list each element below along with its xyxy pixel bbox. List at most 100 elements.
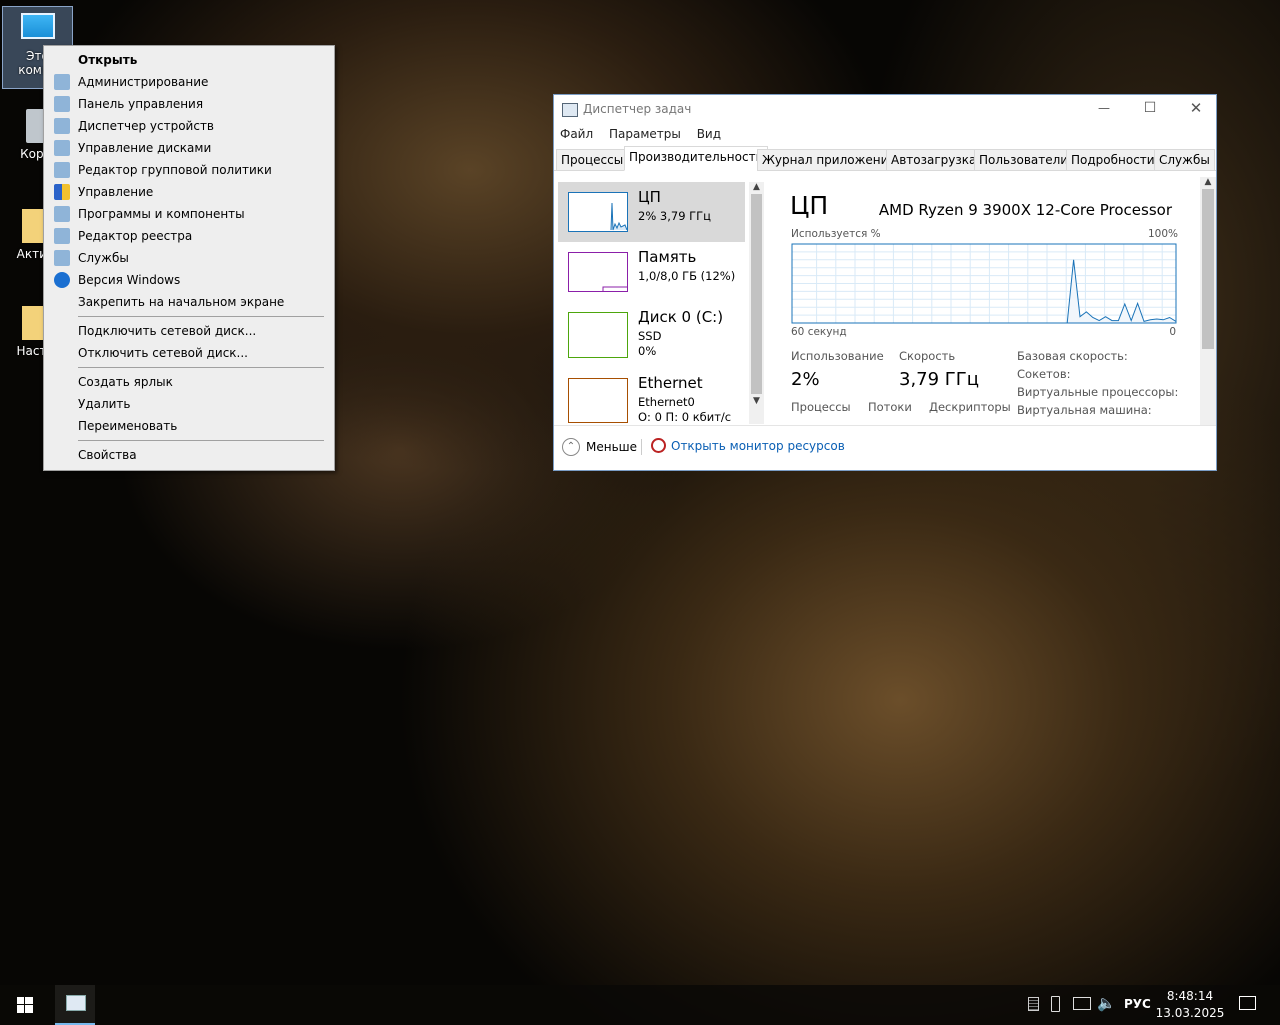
menu-item-label: Диспетчер устройств — [78, 119, 215, 133]
menu-item-11[interactable]: Версия Windows — [44, 269, 334, 291]
resource-type: SSD — [638, 329, 662, 343]
usb-eject-icon[interactable] — [1051, 996, 1060, 1012]
resource-disk[interactable]: Диск 0 (C:) SSD 0% — [558, 302, 745, 362]
minimize-button[interactable]: — — [1090, 95, 1118, 123]
graph-label: Используется % — [791, 228, 881, 240]
start-button[interactable] — [0, 985, 48, 1025]
close-button[interactable]: ✕ — [1182, 95, 1210, 123]
menu-bar: Файл Параметры Вид — [560, 127, 721, 141]
clock-date: 13.03.2025 — [1155, 1006, 1225, 1020]
menu-item-label: Администрирование — [78, 75, 209, 89]
menu-item-label: Отключить сетевой диск... — [78, 346, 248, 360]
open-resource-monitor-link[interactable]: Открыть монитор ресурсов — [651, 438, 845, 453]
vcpu-label: Виртуальные процессоры: — [1017, 385, 1179, 399]
menu-divider — [78, 440, 324, 441]
disk-management-icon — [54, 140, 70, 156]
menu-view[interactable]: Вид — [697, 127, 721, 141]
menu-item-1[interactable]: Свойства — [44, 444, 334, 466]
resource-value: 2% 3,79 ГГц — [638, 209, 712, 223]
menu-options[interactable]: Параметры — [609, 127, 681, 141]
menu-item-2[interactable]: Администрирование — [44, 71, 334, 93]
menu-item-2[interactable]: Удалить — [44, 393, 334, 415]
menu-item-1[interactable]: Создать ярлык — [44, 371, 334, 393]
tab-services[interactable]: Службы — [1154, 149, 1215, 171]
menu-item-5[interactable]: Управление дисками — [44, 137, 334, 159]
menu-item-label: Подключить сетевой диск... — [78, 324, 257, 338]
menu-item-label: Закрепить на начальном экране — [78, 295, 285, 309]
resource-name: Ethernet — [638, 374, 703, 392]
menu-item-label: Создать ярлык — [78, 375, 173, 389]
fewer-details-button[interactable]: ⌃ Меньше — [562, 438, 637, 456]
menu-item-label: Программы и компоненты — [78, 207, 245, 221]
language-indicator[interactable]: РУС — [1124, 997, 1151, 1011]
graph-time-left: 60 секунд — [791, 326, 847, 338]
computer-icon — [20, 13, 55, 39]
tab-processes[interactable]: Процессы — [556, 149, 629, 171]
cpu-thumbnail-graph — [568, 192, 628, 232]
menu-item-label: Панель управления — [78, 97, 204, 111]
menu-item-3[interactable]: Панель управления — [44, 93, 334, 115]
speed-value: 3,79 ГГц — [899, 369, 980, 390]
menu-item-9[interactable]: Редактор реестра — [44, 225, 334, 247]
resource-name: Диск 0 (C:) — [638, 308, 724, 326]
fewer-details-label: Меньше — [586, 440, 638, 454]
menu-item-1[interactable]: Подключить сетевой диск... — [44, 320, 334, 342]
left-scrollbar[interactable]: ▲ ▼ — [749, 182, 764, 424]
resource-memory[interactable]: Память 1,0/8,0 ГБ (12%) — [558, 242, 745, 302]
tab-startup[interactable]: Автозагрузка — [886, 149, 982, 171]
menu-item-10[interactable]: Службы — [44, 247, 334, 269]
maximize-button[interactable]: ☐ — [1136, 95, 1164, 123]
resource-adapter: Ethernet0 — [638, 395, 695, 409]
graph-time-right: 0 — [1169, 326, 1176, 338]
action-center-icon[interactable] — [1239, 996, 1256, 1010]
tray-grid-icon[interactable] — [1028, 997, 1039, 1011]
menu-item-label: Открыть — [78, 53, 138, 67]
tab-app-history[interactable]: Журнал приложений — [757, 149, 902, 171]
resource-ethernet[interactable]: Ethernet Ethernet0 О: 0 П: 0 кбит/с — [558, 368, 745, 428]
threads-label: Потоки — [868, 400, 912, 414]
menu-item-label: Управление дисками — [78, 141, 212, 155]
menu-item-3[interactable]: Переименовать — [44, 415, 334, 437]
resource-cpu[interactable]: ЦП 2% 3,79 ГГц — [558, 182, 745, 242]
clock[interactable]: 8:48:14 13.03.2025 — [1155, 988, 1225, 1022]
menu-item-label: Переименовать — [78, 419, 178, 433]
taskbar: 🔈 РУС 8:48:14 13.03.2025 — [0, 985, 1280, 1025]
uac-shield-icon — [54, 184, 70, 200]
context-menu: Открыть Администрирование Панель управлени… — [43, 45, 335, 471]
taskbar-task-manager[interactable] — [55, 985, 95, 1025]
menu-item-8[interactable]: Программы и компоненты — [44, 203, 334, 225]
usage-label: Использование — [791, 349, 884, 363]
network-icon[interactable] — [1073, 997, 1091, 1010]
chevron-up-circle-icon: ⌃ — [562, 438, 580, 456]
detail-title: ЦП — [790, 191, 829, 220]
menu-item-4[interactable]: Диспетчер устройств — [44, 115, 334, 137]
menu-item-label: Редактор реестра — [78, 229, 193, 243]
menu-item-7[interactable]: Управление — [44, 181, 334, 203]
menu-item-2[interactable]: Отключить сетевой диск... — [44, 342, 334, 364]
menu-item-1[interactable]: Открыть — [44, 49, 334, 71]
memory-thumbnail-graph — [568, 252, 628, 292]
right-scrollbar[interactable]: ▲ — [1200, 177, 1216, 425]
sockets-label: Сокетов: — [1017, 367, 1071, 381]
menu-item-label: Редактор групповой политики — [78, 163, 272, 177]
cpu-usage-graph — [791, 243, 1177, 324]
tab-users[interactable]: Пользователи — [974, 149, 1074, 171]
menu-divider — [78, 316, 324, 317]
resource-monitor-icon — [651, 438, 666, 453]
handles-label: Дескрипторы — [929, 400, 1011, 414]
tab-details[interactable]: Подробности — [1066, 149, 1160, 171]
tab-performance[interactable]: Производительность — [624, 146, 768, 171]
task-manager-icon — [66, 995, 86, 1011]
resource-name: Память — [638, 248, 697, 266]
speed-label: Скорость — [899, 349, 956, 363]
volume-icon[interactable]: 🔈 — [1097, 994, 1116, 1012]
processes-label: Процессы — [791, 400, 851, 414]
task-manager-app-icon — [562, 103, 578, 117]
menu-file[interactable]: Файл — [560, 127, 593, 141]
menu-item-12[interactable]: Закрепить на начальном экране — [44, 291, 334, 313]
menu-item-6[interactable]: Редактор групповой политики — [44, 159, 334, 181]
base-speed-label: Базовая скорость: — [1017, 349, 1128, 363]
menu-item-label: Версия Windows — [78, 273, 181, 287]
admin-tools-icon — [54, 74, 70, 90]
disk-thumbnail-graph — [568, 312, 628, 358]
